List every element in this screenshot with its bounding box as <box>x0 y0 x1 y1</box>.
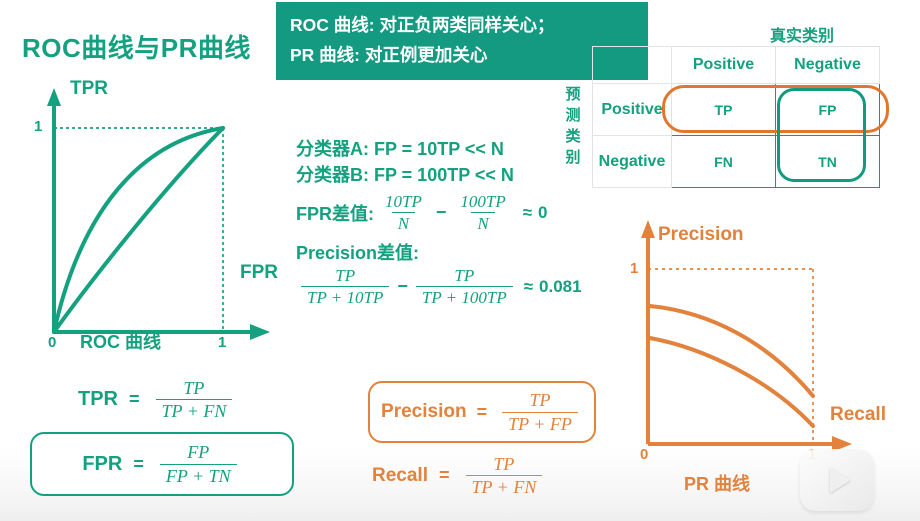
precision-formula-label: Precision <box>381 401 467 422</box>
roc-x-axis-arrow <box>250 324 270 340</box>
roc-curve-upper <box>52 126 225 334</box>
fpr-numerator: FP <box>187 442 210 463</box>
summary-banner-line-1: ROC 曲线: 对正负两类同样关心； <box>290 15 555 35</box>
tpr-formula-equals: = <box>129 389 140 410</box>
fpr-formula-equals: = <box>133 453 144 474</box>
recall-denominator: TP + FN <box>465 475 543 497</box>
matrix-cell-fn: FN <box>671 135 776 188</box>
tpr-numerator: TP <box>183 378 205 398</box>
fpr-term1-denominator: N <box>391 212 416 233</box>
matrix-row-axis-label: 预 测 类 别 <box>562 84 584 168</box>
tpr-denominator: TP + FN <box>155 399 233 421</box>
pred-axis-char-3: 类 <box>565 128 581 145</box>
recall-formula-label: Recall <box>372 464 428 486</box>
fpr-term2-numerator: 100TP <box>460 192 506 211</box>
roc-x-tick-1: 1 <box>218 334 227 351</box>
roc-curve-chart: TPR FPR 1 0 1 <box>18 78 298 352</box>
matrix-row-positive: Positive TP FP <box>592 83 880 136</box>
fpr-difference-term-2: 100TP N <box>454 192 511 233</box>
fpr-difference-result: 0 <box>538 202 548 222</box>
precision-difference-minus: − <box>397 276 408 297</box>
precision-formula: Precision = TP TP + FP <box>381 390 583 434</box>
fpr-difference-term-1: 10TP N <box>379 192 428 233</box>
pred-axis-char-1: 预 <box>565 86 581 103</box>
matrix-row-header-negative: Negative <box>592 135 672 188</box>
tpr-formula-label: TPR <box>78 388 118 411</box>
pr-curve-chart: Precision Recall 1 0 1 <box>618 214 908 464</box>
play-triangle-icon <box>829 467 851 493</box>
pr-chart-caption: PR 曲线 <box>684 474 751 494</box>
roc-y-tick-1: 1 <box>34 118 43 135</box>
pr-origin-tick: 0 <box>640 446 649 463</box>
confusion-matrix: Positive Negative Positive TP FP Negativ… <box>592 46 880 188</box>
recall-formula-equals: = <box>438 465 450 486</box>
prec-term2-numerator: TP <box>454 266 475 286</box>
precision-formula-equals: = <box>476 401 488 422</box>
precision-formula-fraction: TP TP + FP <box>502 390 578 434</box>
recall-numerator: TP <box>493 454 515 474</box>
pr-y-axis-label: Precision <box>658 224 744 245</box>
tpr-formula: TPR = TP TP + FN <box>78 378 237 421</box>
precision-formula-box: Precision = TP TP + FP <box>368 381 596 443</box>
precision-difference-term-2: TP TP + 100TP <box>415 266 513 307</box>
fpr-formula: FPR = FP FP + TN <box>82 442 241 486</box>
matrix-column-axis-label: 真实类别 <box>770 28 835 45</box>
matrix-cell-tn: TN <box>775 135 880 188</box>
fpr-formula-box: FPR = FP FP + TN <box>30 432 294 496</box>
fpr-difference-minus: − <box>435 202 447 223</box>
matrix-col-header-negative: Negative <box>775 46 880 84</box>
pred-axis-char-2: 测 <box>565 107 581 124</box>
pr-chart-svg <box>641 220 852 452</box>
precision-denominator: TP + FP <box>502 411 578 434</box>
matrix-row-negative: Negative FN TN <box>592 135 880 188</box>
summary-banner-line-2: PR 曲线: 对正例更加关心 <box>290 45 488 65</box>
classifier-comparison-block: 分类器A: FP = 10TP << N 分类器B: FP = 100TP <<… <box>296 136 582 307</box>
roc-y-axis-arrow <box>47 88 61 106</box>
pr-x-axis-label: Recall <box>830 404 886 425</box>
pr-curve-upper <box>648 304 815 398</box>
matrix-row-header-positive: Positive <box>592 83 672 136</box>
pr-y-axis-arrow <box>641 220 655 238</box>
pred-axis-char-4: 别 <box>565 149 581 166</box>
roc-origin-tick: 0 <box>48 334 57 351</box>
roc-x-axis-label: FPR <box>240 262 278 283</box>
precision-difference-label-row: Precision差值: <box>296 239 582 265</box>
roc-chart-caption: ROC 曲线 <box>80 332 161 352</box>
slide-canvas: ROC曲线与PR曲线 ROC 曲线: 对正负两类同样关心； PR 曲线: 对正例… <box>0 0 920 521</box>
prec-term1-numerator: TP <box>335 266 356 286</box>
precision-difference-approx-sign: ≈ <box>523 276 534 296</box>
matrix-cell-fp: FP <box>775 83 880 136</box>
tpr-formula-fraction: TP TP + FN <box>155 378 233 421</box>
matrix-col-header-positive: Positive <box>671 46 776 84</box>
fpr-formula-label: FPR <box>82 452 123 475</box>
roc-y-axis-label: TPR <box>70 78 108 99</box>
fpr-denominator: FP + TN <box>159 463 237 486</box>
matrix-cell-tp: TP <box>671 83 776 136</box>
page-title: ROC曲线与PR曲线 <box>22 33 251 63</box>
fpr-term1-numerator: 10TP <box>385 192 422 211</box>
fpr-formula-fraction: FP FP + TN <box>159 442 237 486</box>
recall-formula: Recall = TP TP + FN <box>372 454 547 497</box>
classifier-b-line: 分类器B: FP = 100TP << N <box>296 165 514 185</box>
precision-numerator: TP <box>529 390 551 411</box>
precision-difference-row: TP TP + 10TP − TP TP + 100TP ≈ 0.081 <box>296 266 582 307</box>
precision-difference-label: Precision差值: <box>296 243 420 264</box>
fpr-difference-row: FPR差值: 10TP N − 100TP N ≈ 0 <box>296 192 582 233</box>
prec-term1-denominator: TP + 10TP <box>301 286 390 307</box>
pr-y-tick-1: 1 <box>630 260 639 277</box>
precision-difference-result: 0.081 <box>539 276 582 296</box>
matrix-header-row: Positive Negative <box>592 46 880 84</box>
fpr-term2-denominator: N <box>471 212 495 233</box>
prec-term2-denominator: TP + 100TP <box>415 286 513 307</box>
precision-difference-term-1: TP TP + 10TP <box>301 266 390 307</box>
fpr-difference-approx-sign: ≈ <box>522 202 533 222</box>
pr-curve-lower <box>648 336 815 428</box>
matrix-corner-cell <box>592 46 672 84</box>
fpr-difference-label: FPR差值: <box>296 203 374 224</box>
roc-curve-lower <box>52 126 225 334</box>
roc-chart-svg <box>47 88 270 340</box>
recall-formula-fraction: TP TP + FN <box>465 454 543 497</box>
play-icon[interactable] <box>800 449 874 511</box>
classifier-a-line: 分类器A: FP = 10TP << N <box>296 139 504 159</box>
